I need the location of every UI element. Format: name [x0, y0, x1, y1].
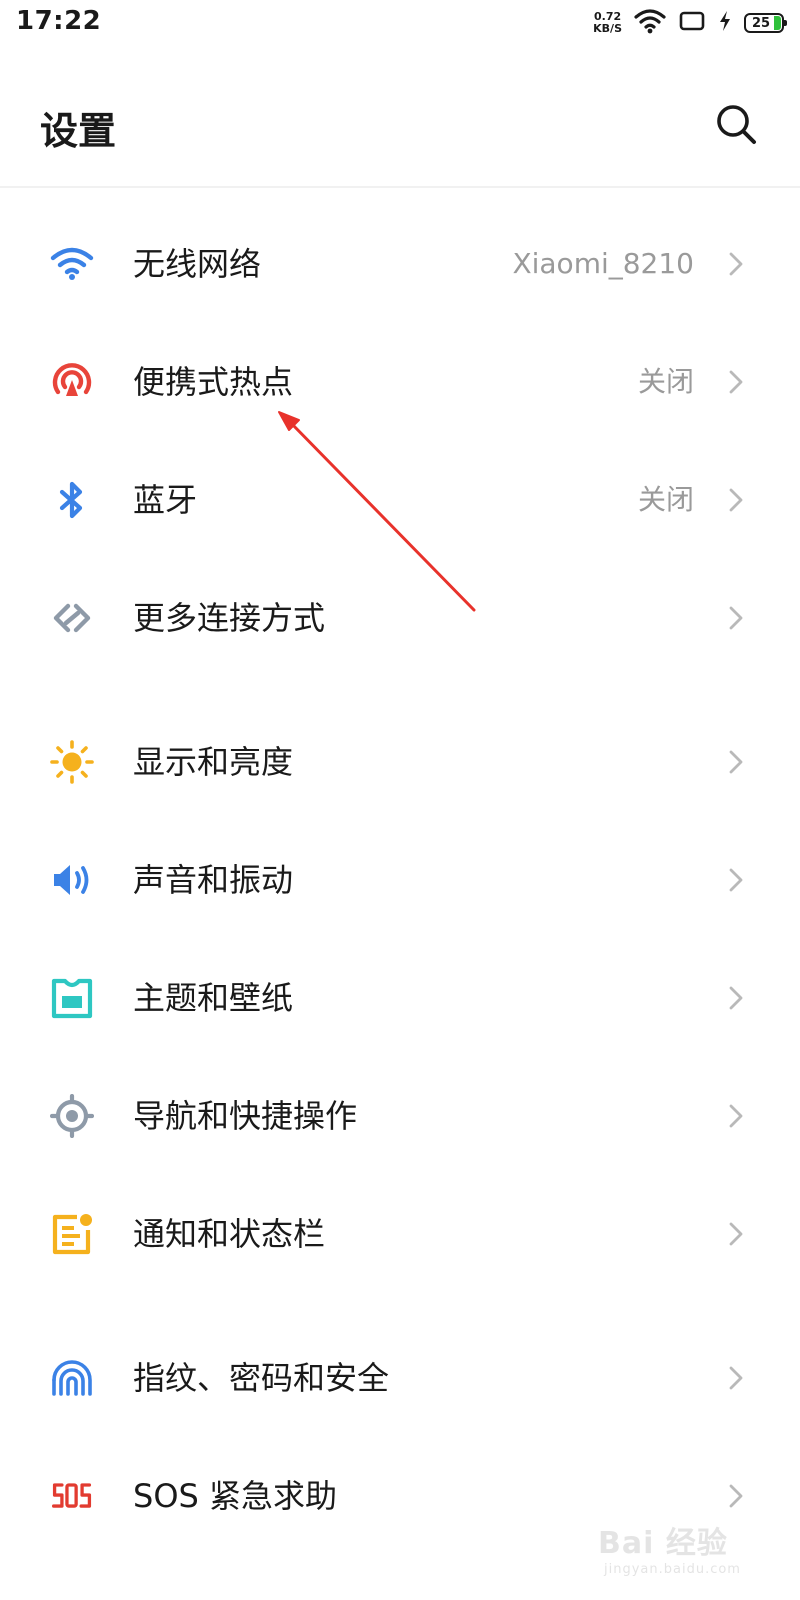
settings-item-value: 关闭	[637, 365, 694, 398]
sound-icon	[50, 858, 94, 902]
chevron-right-icon	[729, 986, 743, 1010]
settings-item-security[interactable]: 指纹、密码和安全	[0, 1318, 800, 1438]
status-time: 17:22	[16, 6, 102, 36]
chevron-right-icon	[729, 1484, 743, 1508]
settings-item-display[interactable]: 显示和亮度	[0, 702, 800, 822]
navigation-icon	[50, 1094, 94, 1138]
bluetooth-icon	[50, 478, 94, 522]
settings-item-label: 指纹、密码和安全	[133, 1359, 390, 1397]
settings-item-label: 主题和壁纸	[133, 979, 294, 1017]
more-connections-icon	[50, 596, 94, 640]
chevron-right-icon	[729, 868, 743, 892]
battery-fill	[774, 16, 781, 30]
notification-icon	[50, 1212, 94, 1256]
fingerprint-icon	[50, 1356, 94, 1400]
settings-item-label: 导航和快捷操作	[133, 1097, 358, 1135]
theme-icon	[50, 976, 94, 1020]
battery-icon: 25	[744, 13, 787, 33]
chevron-right-icon	[729, 1366, 743, 1390]
watermark-brand: Bai 经验	[598, 1526, 728, 1561]
sos-icon	[50, 1474, 94, 1518]
chevron-right-icon	[729, 370, 743, 394]
chevron-right-icon	[729, 750, 743, 774]
network-speed: 0.72 KB/S	[593, 11, 622, 35]
status-indicators: 0.72 KB/S 25	[593, 8, 787, 38]
battery-level: 25	[751, 15, 771, 31]
settings-item-label: 显示和亮度	[133, 743, 294, 781]
settings-item-more-connections[interactable]: 更多连接方式	[0, 558, 800, 678]
settings-item-navigation[interactable]: 导航和快捷操作	[0, 1056, 800, 1176]
settings-item-label: 通知和状态栏	[133, 1215, 326, 1253]
chevron-right-icon	[729, 606, 743, 630]
settings-item-label: 声音和振动	[133, 861, 294, 899]
wifi-icon	[634, 8, 666, 38]
chevron-right-icon	[729, 1222, 743, 1246]
chevron-right-icon	[729, 252, 743, 276]
settings-item-label: 便携式热点	[133, 363, 294, 401]
settings-item-bluetooth[interactable]: 蓝牙 关闭	[0, 440, 800, 560]
settings-item-label: SOS 紧急求助	[133, 1477, 337, 1515]
settings-item-value: 关闭	[637, 483, 694, 516]
search-button[interactable]	[710, 98, 762, 150]
hotspot-icon	[50, 360, 94, 404]
status-bar: 17:22 0.72 KB/S 25	[0, 0, 800, 46]
search-icon	[717, 105, 756, 144]
settings-item-theme[interactable]: 主题和壁纸	[0, 938, 800, 1058]
chevron-right-icon	[729, 1104, 743, 1128]
settings-item-hotspot[interactable]: 便携式热点 关闭	[0, 322, 800, 442]
watermark-site: jingyan.baidu.com	[604, 1562, 741, 1577]
screen-rotate-icon	[678, 10, 706, 36]
page-header: 设置	[0, 60, 800, 188]
settings-item-label: 无线网络	[133, 245, 262, 283]
settings-item-label: 蓝牙	[133, 481, 198, 519]
settings-item-notifications[interactable]: 通知和状态栏	[0, 1174, 800, 1294]
settings-item-wifi[interactable]: 无线网络 Xiaomi_8210	[0, 204, 800, 324]
chevron-right-icon	[729, 488, 743, 512]
settings-item-sound[interactable]: 声音和振动	[0, 820, 800, 940]
page-title: 设置	[40, 109, 117, 153]
network-speed-unit: KB/S	[593, 22, 622, 35]
brightness-icon	[50, 740, 94, 784]
settings-item-value: Xiaomi_8210	[512, 247, 694, 280]
charging-icon	[718, 10, 732, 36]
settings-item-label: 更多连接方式	[133, 599, 326, 637]
wifi-icon	[50, 242, 94, 286]
watermark: Bai 经验 jingyan.baidu.com	[598, 1518, 748, 1586]
